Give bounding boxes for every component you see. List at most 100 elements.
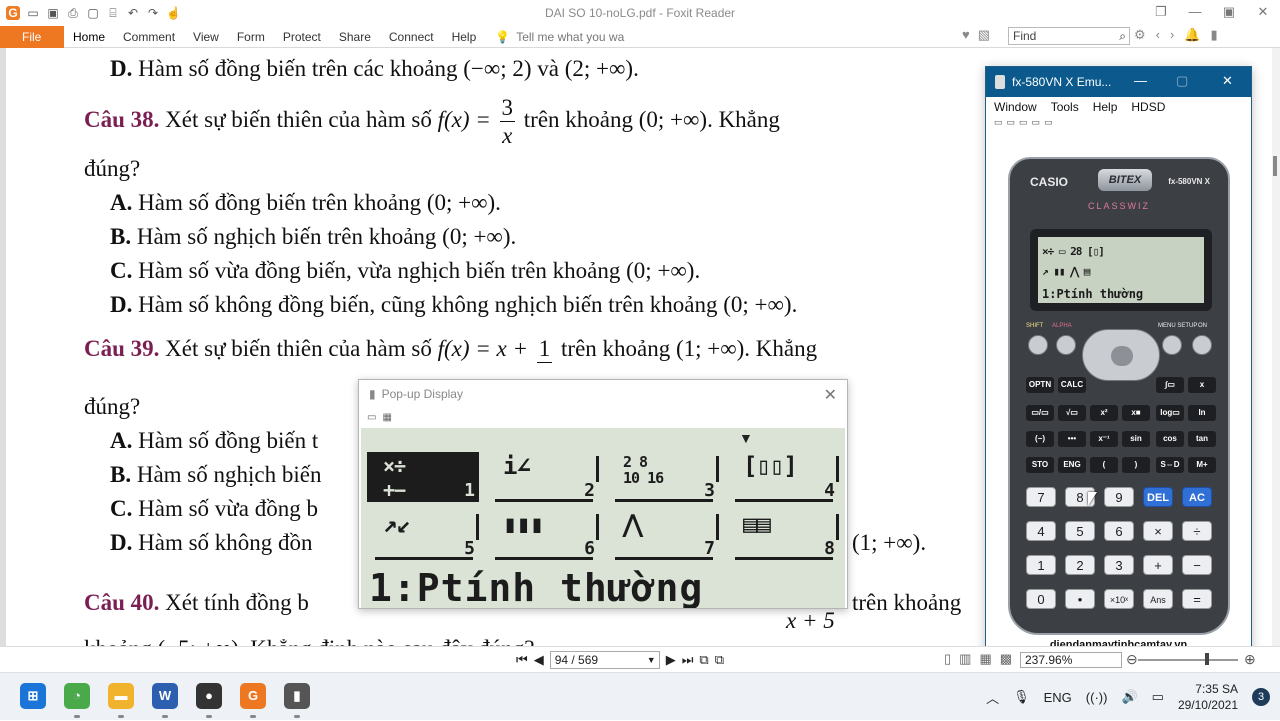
- tool-icon[interactable]: ▭: [1044, 117, 1053, 131]
- menu-hdsd[interactable]: HDSD: [1131, 100, 1165, 114]
- tab-share[interactable]: Share: [330, 26, 380, 48]
- tell-me-box[interactable]: 💡 Tell me what you wa: [495, 30, 624, 44]
- menu-tools[interactable]: Tools: [1051, 100, 1079, 114]
- language-indicator[interactable]: ENG: [1044, 690, 1072, 705]
- ac-key[interactable]: AC: [1182, 487, 1212, 507]
- clip-icon[interactable]: ⌸: [106, 6, 120, 20]
- first-page-icon[interactable]: ⏮: [516, 652, 528, 668]
- tab-home[interactable]: Home: [64, 26, 114, 48]
- menu-item-complex[interactable]: i∠ 2: [487, 452, 599, 502]
- cos-key[interactable]: cos: [1156, 431, 1184, 447]
- single-page-icon[interactable]: ▯: [944, 651, 951, 667]
- multiply-key[interactable]: ×: [1143, 521, 1173, 541]
- redo-icon[interactable]: ↷: [146, 6, 160, 20]
- sqrt-key[interactable]: √▭: [1058, 405, 1086, 421]
- prev-result-icon[interactable]: ‹: [1156, 27, 1160, 43]
- plus-key[interactable]: +: [1143, 555, 1173, 575]
- layout-icon[interactable]: ⧉: [715, 652, 724, 668]
- grid-icon[interactable]: ▦: [382, 412, 391, 423]
- bell-icon[interactable]: 🔔: [1184, 27, 1200, 43]
- x-key[interactable]: x: [1188, 377, 1216, 393]
- close-icon[interactable]: ✕: [1246, 0, 1280, 26]
- key-6[interactable]: 6: [1104, 521, 1134, 541]
- taskbar-foxit[interactable]: G: [240, 683, 266, 709]
- tool-icon[interactable]: ▭: [1019, 117, 1028, 131]
- tab-comment[interactable]: Comment: [114, 26, 184, 48]
- ln-key[interactable]: ln: [1188, 405, 1216, 421]
- volume-icon[interactable]: 🔊: [1121, 689, 1137, 705]
- direction-pad[interactable]: [1082, 329, 1160, 381]
- prev-page-icon[interactable]: ◀: [534, 652, 544, 668]
- chevron-down-icon[interactable]: ▼: [647, 652, 656, 668]
- minimize-icon[interactable]: —: [1134, 73, 1147, 88]
- zoom-slider-handle[interactable]: [1205, 653, 1209, 665]
- menu-item-matrix[interactable]: [▯▯] 4: [727, 452, 839, 502]
- equals-key[interactable]: =: [1182, 589, 1212, 609]
- save-icon[interactable]: ▣: [46, 6, 60, 20]
- tab-view[interactable]: View: [184, 26, 228, 48]
- tab-help[interactable]: Help: [443, 26, 486, 48]
- alpha-button[interactable]: [1056, 335, 1076, 355]
- taskbar-calculator-emu[interactable]: ▮: [284, 683, 310, 709]
- divide-key[interactable]: ÷: [1182, 521, 1212, 541]
- power-key[interactable]: x■: [1122, 405, 1150, 421]
- open-icon[interactable]: ▭: [26, 6, 40, 20]
- user-icon[interactable]: ▮: [1211, 27, 1218, 43]
- calc-key[interactable]: CALC: [1058, 377, 1086, 393]
- menu-item-calculate[interactable]: ×÷ +− 1: [367, 452, 479, 502]
- log-key[interactable]: log▭: [1156, 405, 1184, 421]
- exp-key[interactable]: ×10ˣ: [1104, 589, 1134, 609]
- zoom-in-icon[interactable]: ⊕: [1244, 651, 1256, 668]
- tab-form[interactable]: Form: [228, 26, 274, 48]
- notification-badge[interactable]: 3: [1252, 688, 1270, 706]
- m-plus-key[interactable]: M+: [1188, 457, 1216, 473]
- maximize-icon[interactable]: ▣: [1212, 0, 1246, 26]
- battery-icon[interactable]: ▭: [1152, 689, 1164, 705]
- menu-item-vector[interactable]: ↗↙ 5: [367, 510, 479, 560]
- undo-icon[interactable]: ↶: [126, 6, 140, 20]
- menu-item-spreadsheet[interactable]: ▤▤ 8: [727, 510, 839, 560]
- taskbar-app-green[interactable]: ◔: [64, 683, 90, 709]
- tab-protect[interactable]: Protect: [274, 26, 330, 48]
- degree-key[interactable]: •••: [1058, 431, 1086, 447]
- vertical-scrollbar[interactable]: [1272, 48, 1280, 646]
- popup-title-bar[interactable]: ▮ Pop-up Display: [359, 380, 847, 408]
- tab-connect[interactable]: Connect: [380, 26, 443, 48]
- menu-button[interactable]: [1162, 335, 1182, 355]
- menu-window[interactable]: Window: [994, 100, 1037, 114]
- menu-item-distribution[interactable]: ⋀ 7: [607, 510, 719, 560]
- wifi-icon[interactable]: ((·)): [1086, 690, 1108, 705]
- key-2[interactable]: 2: [1065, 555, 1095, 575]
- inverse-key[interactable]: x⁻¹: [1090, 431, 1118, 447]
- key-3[interactable]: 3: [1104, 555, 1134, 575]
- scrollbar-thumb[interactable]: [1273, 156, 1277, 176]
- maximize-icon[interactable]: ▢: [1176, 73, 1188, 89]
- skin-icon[interactable]: ▧: [978, 27, 990, 43]
- hand-tool-icon[interactable]: ☝: [166, 6, 181, 20]
- tool-icon[interactable]: ▭: [994, 117, 1003, 131]
- key-5[interactable]: 5: [1065, 521, 1095, 541]
- open-paren-key[interactable]: (: [1090, 457, 1118, 473]
- last-page-icon[interactable]: ⏭: [682, 652, 694, 668]
- key-4[interactable]: 4: [1026, 521, 1056, 541]
- key-7[interactable]: 7: [1026, 487, 1056, 507]
- del-key[interactable]: DEL: [1143, 487, 1173, 507]
- menu-item-base-n[interactable]: 2 8 10 16 3: [607, 452, 719, 502]
- key-1[interactable]: 1: [1026, 555, 1056, 575]
- emulator-title-bar[interactable]: fx-580VN X Emu... — ▢ ✕: [986, 67, 1251, 97]
- zoom-out-icon[interactable]: ⊖: [1126, 651, 1138, 668]
- popup-display-window[interactable]: ▮ Pop-up Display ✕ ▭ ▦ ▼ ×÷ +− 1 i∠ 2 2 8 …: [358, 379, 848, 609]
- gear-icon[interactable]: ⚙: [1134, 27, 1146, 43]
- next-page-icon[interactable]: ▶: [666, 652, 676, 668]
- cont-facing-icon[interactable]: ▩: [1000, 651, 1012, 667]
- sd-key[interactable]: S⇔D: [1156, 457, 1184, 473]
- file-tab[interactable]: File: [0, 25, 64, 48]
- minus-key[interactable]: −: [1182, 555, 1212, 575]
- integral-key[interactable]: ∫▭: [1156, 377, 1184, 393]
- chevron-up-icon[interactable]: ︿: [986, 688, 999, 707]
- microphone-icon[interactable]: 🎙: [1013, 689, 1030, 705]
- menu-item-statistics[interactable]: ▮▮▮ 6: [487, 510, 599, 560]
- key-9[interactable]: 9: [1104, 487, 1134, 507]
- taskbar-word[interactable]: W: [152, 683, 178, 709]
- copy-icon[interactable]: ▭: [367, 412, 376, 423]
